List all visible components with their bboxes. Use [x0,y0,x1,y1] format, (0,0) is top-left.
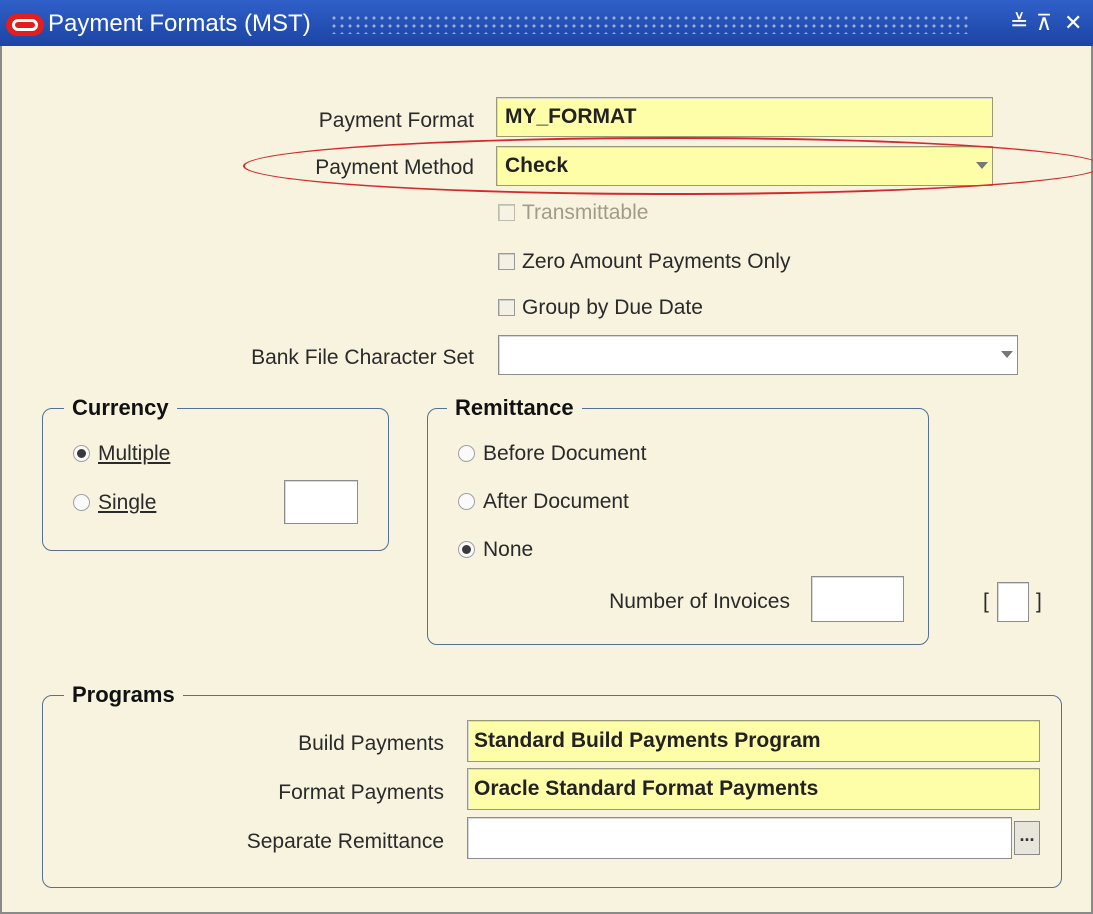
oracle-logo-icon [6,14,44,36]
flexfield-bracket-right: ] [1036,590,1042,613]
close-icon[interactable]: ✕ [1064,10,1082,36]
bank-file-charset-label: Bank File Character Set [251,346,474,369]
transmittable-checkbox[interactable] [498,204,515,221]
currency-single-radio[interactable] [73,494,90,511]
currency-multiple-text: Multiple [98,442,171,465]
build-payments-label: Build Payments [298,732,444,755]
annotation-highlight-ellipse [243,137,1093,195]
remittance-before-radio[interactable] [458,445,475,462]
remittance-after-label: After Document [483,490,629,513]
format-payments-input[interactable]: Oracle Standard Format Payments [467,768,1040,810]
group-by-due-date-label: Group by Due Date [522,296,703,319]
transmittable-label: Transmittable [522,201,649,224]
window-title: Payment Formats (MST) [48,10,311,37]
remittance-group-title: Remittance [447,395,582,421]
currency-multiple-label: Multiple [98,442,170,466]
currency-single-label: Single [98,491,156,515]
chevron-down-icon[interactable] [1001,351,1013,358]
currency-single-text: Single [98,491,157,514]
remittance-none-label: None [483,538,534,561]
descriptive-flexfield-input[interactable] [997,582,1029,622]
window-title-bar[interactable]: Payment Formats (MST) ≚ ⊼ ✕ [0,0,1093,46]
number-of-invoices-input[interactable] [811,576,904,622]
ellipsis-icon[interactable]: ... [1014,821,1040,855]
number-of-invoices-label: Number of Invoices [609,590,790,613]
format-payments-label: Format Payments [278,781,444,804]
separate-remittance-label: Separate Remittance [246,830,444,853]
separate-remittance-input[interactable] [467,817,1012,859]
minimize-icon[interactable]: ≚ [1010,10,1028,36]
remittance-none-radio[interactable] [458,541,475,558]
remittance-before-label: Before Document [483,442,647,465]
remittance-after-radio[interactable] [458,493,475,510]
zero-amount-label: Zero Amount Payments Only [522,250,791,273]
payment-format-label: Payment Format [318,109,474,132]
title-bar-grip[interactable] [330,14,970,34]
group-by-due-date-checkbox[interactable] [498,299,515,316]
currency-group-title: Currency [64,395,177,421]
maximize-icon[interactable]: ⊼ [1036,10,1052,36]
payment-format-input[interactable]: MY_FORMAT [496,97,993,137]
currency-multiple-radio[interactable] [73,445,90,462]
zero-amount-checkbox[interactable] [498,253,515,270]
currency-single-input[interactable] [284,480,358,524]
programs-group-title: Programs [64,682,183,708]
flexfield-bracket-left: [ [983,590,989,613]
build-payments-input[interactable]: Standard Build Payments Program [467,720,1040,762]
bank-file-charset-select[interactable] [498,335,1018,375]
